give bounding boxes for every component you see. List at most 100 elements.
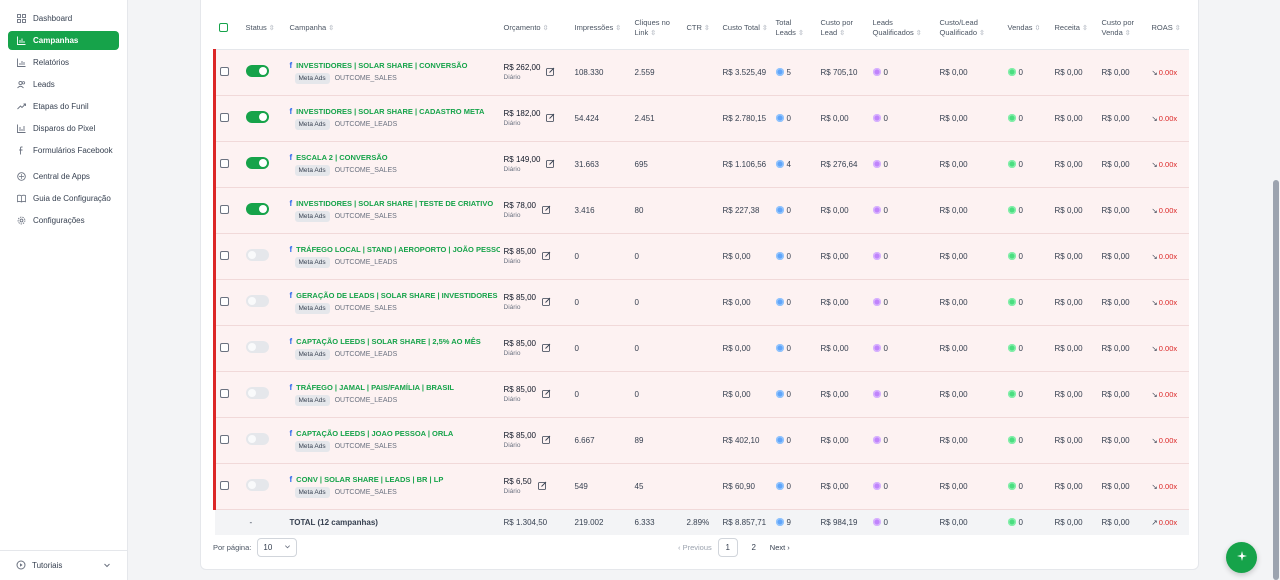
header-status[interactable]: Status ⇳ — [241, 9, 286, 50]
status-toggle[interactable] — [245, 203, 269, 215]
row-checkbox[interactable] — [220, 434, 229, 444]
select-all-checkbox[interactable] — [218, 22, 228, 32]
status-toggle[interactable] — [245, 111, 269, 123]
header-cliques[interactable]: Cliques no Link ⇳ — [630, 9, 683, 50]
edit-icon[interactable] — [546, 113, 555, 124]
platform-badge: Meta Ads — [294, 394, 330, 406]
sort-icon: ⇳ — [1174, 25, 1181, 33]
qualified-leads-cell: 0 — [869, 95, 936, 141]
sidebar-item-disparos-do-pixel[interactable]: Disparos do Pixel — [8, 119, 119, 138]
edit-icon[interactable] — [537, 481, 547, 492]
page-button-2[interactable]: 2 — [744, 538, 764, 557]
campaign-name[interactable]: CAPTAÇÃO LEEDS | JOAO PESSOA | ORLA — [296, 429, 453, 438]
trend-down-icon: ↘ — [1151, 297, 1158, 307]
status-toggle[interactable] — [245, 433, 269, 445]
edit-icon[interactable] — [542, 389, 551, 400]
facebook-icon: f — [289, 244, 293, 254]
row-checkbox[interactable] — [220, 158, 229, 168]
row-checkbox[interactable] — [220, 204, 229, 214]
header-custo-lead-qualificado[interactable]: Custo/Lead Qualificado ⇳ — [935, 9, 1004, 50]
edit-icon[interactable] — [542, 435, 551, 446]
budget-value: R$ 262,00 — [503, 63, 541, 72]
campaign-name[interactable]: TRÁFEGO LOCAL | STAND | AEROPORTO | JOÃO… — [296, 245, 499, 254]
campaign-objective: OUTCOME_SALES — [334, 442, 397, 450]
roas-cell: ↘0.00x — [1151, 389, 1178, 399]
sidebar-item-relatorios[interactable]: Relatórios — [8, 53, 119, 72]
previous-button[interactable]: ‹ Previous — [678, 543, 712, 552]
header-roas[interactable]: ROAS ⇳ — [1147, 9, 1189, 50]
revenue-cell: R$ 0,00 — [1054, 389, 1083, 399]
chevron-down-icon — [103, 561, 111, 571]
row-checkbox[interactable] — [220, 112, 229, 122]
sidebar-footer[interactable]: Tutoriais — [0, 550, 127, 580]
edit-icon[interactable] — [542, 251, 551, 262]
sidebar-item-guia-de-configuracao[interactable]: Guia de Configuração — [8, 189, 119, 208]
campaign-name[interactable]: INVESTIDORES | SOLAR SHARE | TESTE DE CR… — [296, 199, 493, 208]
row-checkbox[interactable] — [220, 250, 229, 260]
campaign-cell: f CONV | SOLAR SHARE | LEADS | BR | LP Met… — [286, 463, 500, 509]
table-footer: Por página: 10 ‹ Previous 1 2 Next › — [213, 536, 1187, 558]
header-custo-lead[interactable]: Custo por Lead ⇳ — [816, 9, 869, 50]
campaign-name[interactable]: INVESTIDORES | SOLAR SHARE | CADASTRO ME… — [296, 107, 484, 116]
sidebar-item-central-de-apps[interactable]: Central de Apps — [8, 167, 119, 186]
sidebar-item-leads[interactable]: Leads — [8, 75, 119, 94]
campaign-name[interactable]: CAPTAÇÃO LEEDS | SOLAR SHARE | 2,5% AO M… — [296, 337, 481, 346]
status-toggle[interactable] — [245, 341, 269, 353]
edit-icon[interactable] — [542, 297, 551, 308]
campaign-name[interactable]: GERAÇÃO DE LEADS | SOLAR SHARE | INVESTI… — [296, 291, 497, 300]
status-cell — [242, 95, 286, 141]
header-campanha[interactable]: Campanha ⇳ — [285, 9, 500, 50]
trend-down-icon: ↘ — [1151, 481, 1158, 491]
status-toggle[interactable] — [245, 65, 269, 77]
header-impressoes[interactable]: Impressões ⇳ — [570, 9, 631, 50]
qualified-leads-cell: 0 — [869, 417, 936, 463]
row-checkbox[interactable] — [220, 66, 229, 76]
sidebar-item-etapas-do-funil[interactable]: Etapas do Funil — [8, 97, 119, 116]
floating-action-button[interactable] — [1226, 542, 1257, 573]
edit-icon[interactable] — [542, 343, 551, 354]
sidebar-item-dashboard[interactable]: Dashboard — [8, 9, 119, 28]
row-checkbox[interactable] — [220, 388, 229, 398]
status-toggle[interactable] — [245, 295, 269, 307]
row-checkbox[interactable] — [220, 342, 229, 352]
campaign-name[interactable]: CONV | SOLAR SHARE | LEADS | BR | LP — [296, 475, 443, 484]
qualified-dot-icon — [872, 113, 881, 122]
row-checkbox[interactable] — [220, 296, 229, 306]
header-vendas[interactable]: Vendas ⇳ — [1003, 9, 1051, 50]
trend-down-icon: ↘ — [1151, 251, 1158, 261]
cpl-cell: R$ 0,00 — [820, 251, 849, 261]
edit-icon[interactable] — [542, 205, 551, 216]
sidebar-item-configuracoes[interactable]: Configurações — [8, 211, 119, 230]
header-orcamento[interactable]: Orçamento ⇳ — [499, 9, 571, 50]
header-leads-qualificados[interactable]: Leads Qualificados ⇳ — [868, 9, 936, 50]
header-total-leads[interactable]: Total Leads ⇳ — [771, 9, 817, 50]
total-status: - — [249, 517, 253, 527]
next-button[interactable]: Next › — [770, 543, 790, 552]
header-ctr[interactable]: CTR ⇳ — [682, 9, 719, 50]
sidebar-item-formularios-facebook[interactable]: Formulários Facebook — [8, 141, 119, 160]
status-toggle[interactable] — [245, 157, 269, 169]
status-cell — [242, 463, 286, 509]
impressions-cell: 3.416 — [574, 205, 595, 215]
sidebar-item-campanhas[interactable]: Campanhas — [8, 31, 119, 50]
status-cell — [242, 187, 286, 233]
qualified-dot-icon — [872, 389, 881, 398]
header-custo-venda[interactable]: Custo por Venda ⇳ — [1097, 9, 1148, 50]
chevron-down-icon — [284, 543, 291, 552]
status-toggle[interactable] — [245, 387, 269, 399]
edit-icon[interactable] — [546, 159, 555, 170]
row-checkbox[interactable] — [220, 480, 229, 490]
page-scrollbar[interactable] — [1273, 180, 1279, 580]
sort-icon: ⇳ — [761, 25, 768, 33]
status-toggle[interactable] — [245, 479, 269, 491]
edit-icon[interactable] — [546, 67, 555, 78]
header-custo-total[interactable]: Custo Total ⇳ — [718, 9, 772, 50]
campaign-name[interactable]: TRÁFEGO | JAMAL | PAIS/FAMÍLIA | BRASIL — [296, 383, 454, 392]
budget-value: R$ 85,00 — [503, 293, 536, 302]
status-toggle[interactable] — [245, 249, 269, 261]
page-button-1[interactable]: 1 — [717, 537, 738, 557]
campaign-name[interactable]: INVESTIDORES | SOLAR SHARE | CONVERSÃO — [296, 61, 467, 70]
header-receita[interactable]: Receita ⇳ — [1050, 9, 1098, 50]
per-page-select[interactable]: 10 — [257, 537, 298, 557]
campaign-name[interactable]: ESCALA 2 | CONVERSÃO — [296, 153, 387, 162]
